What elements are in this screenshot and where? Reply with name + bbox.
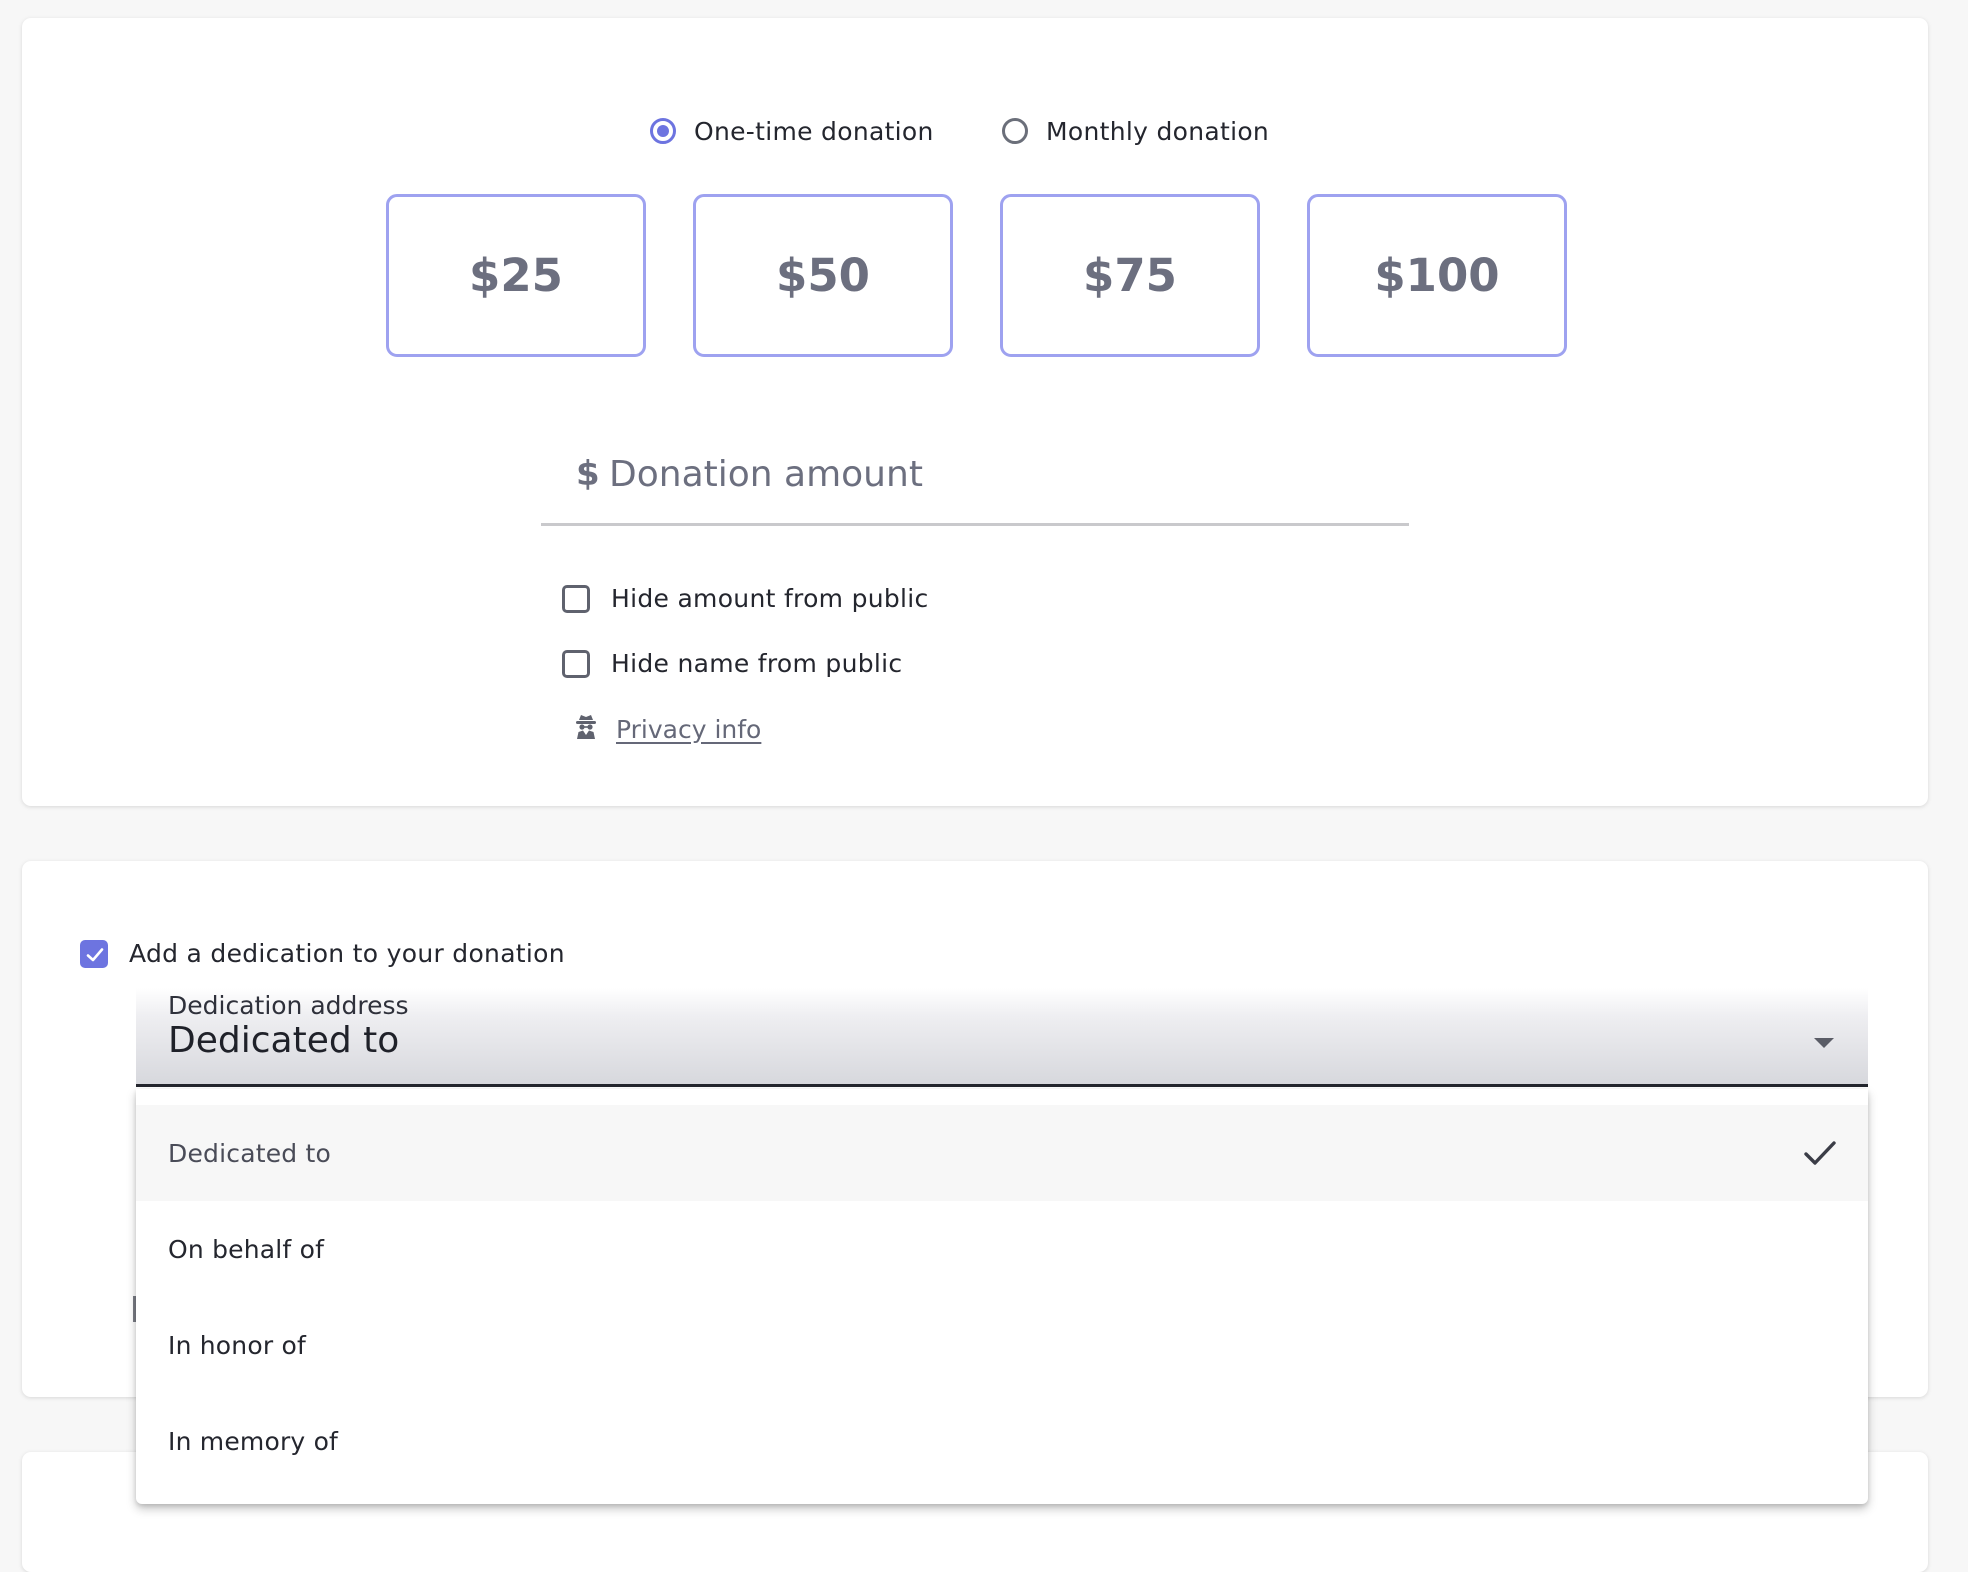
amount-75-button[interactable]: $75 <box>1000 194 1260 357</box>
option-label: On behalf of <box>168 1234 325 1264</box>
add-dedication-label: Add a dedication to your donation <box>129 939 565 968</box>
menu-option-in-honor-of[interactable]: In honor of <box>136 1297 1868 1393</box>
dedication-address-value: Dedicated to <box>168 1020 400 1061</box>
radio-monthly-label: Monthly donation <box>1046 116 1270 146</box>
menu-option-in-memory-of[interactable]: In memory of <box>136 1393 1868 1489</box>
currency-symbol: $ <box>576 454 600 494</box>
checkbox-unchecked-icon[interactable] <box>562 649 590 678</box>
hide-amount-checkbox[interactable]: Hide amount from public <box>562 584 929 613</box>
dedication-address-select[interactable]: Dedication address Dedicated to <box>136 988 1868 1087</box>
amount-25-button[interactable]: $25 <box>386 194 646 357</box>
radio-monthly-donation[interactable]: Monthly donation <box>1002 110 1269 152</box>
checkbox-unchecked-icon[interactable] <box>562 584 590 613</box>
radio-one-time-label: One-time donation <box>694 116 934 146</box>
checkbox-checked-icon[interactable] <box>80 939 108 968</box>
amount-100-button[interactable]: $100 <box>1307 194 1567 357</box>
donation-amount-input[interactable] <box>607 446 1371 502</box>
hide-amount-label: Hide amount from public <box>611 584 929 613</box>
hide-name-checkbox[interactable]: Hide name from public <box>562 649 902 678</box>
dropdown-arrow-icon[interactable] <box>1814 1038 1834 1048</box>
option-label: In memory of <box>168 1426 339 1456</box>
privacy-info-row: Privacy info <box>575 714 761 744</box>
hide-name-label: Hide name from public <box>611 649 903 678</box>
menu-option-on-behalf-of[interactable]: On behalf of <box>136 1201 1868 1297</box>
donation-amount-card: One-time donation Monthly donation $25 $… <box>22 18 1928 806</box>
check-icon <box>1804 1141 1836 1165</box>
radio-selected-icon[interactable] <box>650 118 676 144</box>
add-dedication-checkbox[interactable]: Add a dedication to your donation <box>80 939 565 968</box>
menu-option-dedicated-to[interactable]: Dedicated to <box>136 1105 1868 1201</box>
donation-amount-field: $ <box>541 428 1409 526</box>
privacy-info-link[interactable]: Privacy info <box>616 715 761 744</box>
dedication-address-label: Dedication address <box>168 991 409 1020</box>
amount-50-button[interactable]: $50 <box>693 194 953 357</box>
option-label: In honor of <box>168 1330 306 1360</box>
option-label: Dedicated to <box>168 1138 332 1168</box>
radio-unselected-icon[interactable] <box>1002 118 1028 144</box>
spy-icon <box>575 714 597 744</box>
radio-one-time-donation[interactable]: One-time donation <box>650 110 934 152</box>
dedication-options-menu: Dedicated to On behalf of In honor of In… <box>136 1089 1868 1504</box>
